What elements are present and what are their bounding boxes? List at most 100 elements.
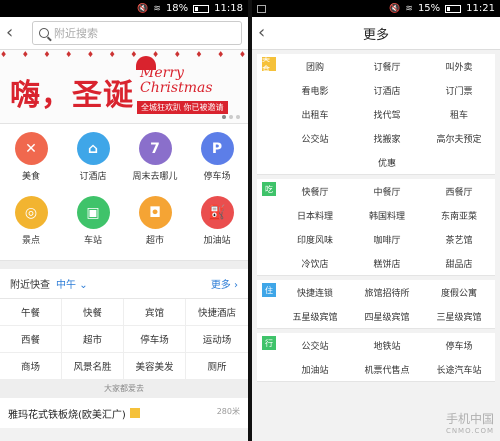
category-label: 景点 (21, 236, 40, 246)
more-item[interactable]: 地铁站 (351, 333, 423, 357)
section-tag: 住 (262, 283, 276, 297)
more-item[interactable]: 快餐厅 (279, 179, 351, 203)
banner-greeting: Merry Christmas (140, 66, 213, 96)
more-item[interactable]: 订餐厅 (351, 54, 423, 78)
more-item[interactable]: 茶艺馆 (423, 227, 495, 251)
more-item[interactable]: 找代驾 (351, 102, 423, 126)
more-item[interactable]: 停车场 (423, 333, 495, 357)
restaurant-list-item[interactable]: 雅玛花式铁板烧(欧美汇广) 280米 (0, 398, 248, 428)
category-parking[interactable]: P 停车场 (186, 132, 248, 196)
fork-knife-icon: ✕ (14, 132, 48, 165)
search-input[interactable]: 附近搜索 (32, 21, 242, 45)
more-item[interactable]: 五星级宾馆 (279, 304, 351, 328)
more-item[interactable]: 东南亚菜 (423, 203, 495, 227)
nearby-item[interactable]: 商场 (0, 353, 62, 379)
section-grid: 快餐厅 中餐厅 西餐厅日本料理 韩国料理 东南亚菜印度风味 咖啡厅 茶艺馆冷饮店 糕饼店 甜品店 (257, 179, 495, 275)
more-item[interactable]: 高尔夫预定 (423, 126, 495, 150)
banner-headline: 嗨，圣诞 (10, 78, 134, 113)
more-item[interactable]: 韩国料理 (351, 203, 423, 227)
nearby-item[interactable]: 午餐 (0, 299, 62, 325)
banner-slogan: 全城狂欢趴 你已被邀请 (137, 101, 228, 114)
category-label: 美食 (21, 172, 40, 182)
time-selector[interactable]: 中午 ⌄ (56, 276, 88, 291)
more-item[interactable]: 团购 (279, 54, 351, 78)
nearby-row: 午餐 快餐 宾馆 快捷酒店 (0, 299, 248, 326)
clock: 11:18 (214, 3, 243, 14)
category-calendar[interactable]: 7 周末去哪儿 (124, 132, 186, 196)
more-item[interactable]: 糕饼店 (351, 251, 423, 275)
more-item[interactable]: 公交站 (279, 333, 351, 357)
category-shopping-bag[interactable]: ◘ 超市 (124, 196, 186, 260)
more-item[interactable]: 订门票 (423, 78, 495, 102)
battery-percent: 15% (417, 3, 441, 14)
more-item[interactable]: 长途汽车站 (423, 357, 495, 381)
back-icon[interactable]: ‹ (258, 24, 276, 42)
more-item[interactable]: 出租车 (279, 102, 351, 126)
category-bus[interactable]: ▣ 车站 (62, 196, 124, 260)
nearby-item[interactable]: 超市 (62, 326, 124, 352)
nearby-header: 附近快查 中午 ⌄ 更多 › (0, 269, 248, 299)
more-item[interactable]: 印度风味 (279, 227, 351, 251)
banner-christmas: Christmas (140, 80, 213, 96)
parking-icon: P (200, 132, 234, 165)
more-item[interactable]: 三星级宾馆 (423, 304, 495, 328)
more-item[interactable]: 快捷连锁 (279, 280, 351, 304)
more-item[interactable]: 中餐厅 (351, 179, 423, 203)
more-sections: 美食 团购 订餐厅 叫外卖 看电影 订酒店 订门票 出租车 找代驾 租车 公交站 找搬家 高尔夫预定 优惠… (252, 50, 500, 424)
time-selector-label: 中午 (56, 280, 76, 291)
more-item[interactable]: 冷饮店 (279, 251, 351, 275)
nearby-item[interactable]: 快捷酒店 (186, 299, 248, 325)
section-grid: 团购 订餐厅 叫外卖看电影 订酒店 订门票出租车 找代驾 租车公交站 找搬家 高尔夫预定 优惠 (257, 54, 495, 174)
nearby-item[interactable]: 西餐 (0, 326, 62, 352)
search-icon (39, 28, 49, 38)
more-item[interactable]: 旅馆招待所 (351, 280, 423, 304)
nearby-item[interactable]: 停车场 (124, 326, 186, 352)
more-item[interactable]: 四星级宾馆 (351, 304, 423, 328)
category-fuel-pump[interactable]: ⛽ 加油站 (186, 196, 248, 260)
fuel-pump-icon: ⛽ (200, 196, 234, 229)
nearby-item[interactable]: 快餐 (62, 299, 124, 325)
search-bar: ‹ 附近搜索 (0, 17, 248, 50)
nearby-grid: 午餐 快餐 宾馆 快捷酒店 西餐 超市 停车场 运动场 商场 风景名胜 美容美发 厕所 (0, 299, 248, 380)
nearby-item[interactable]: 美容美发 (124, 353, 186, 379)
category-balloon[interactable]: ◎ 景点 (0, 196, 62, 260)
nearby-item[interactable]: 运动场 (186, 326, 248, 352)
shopping-bag-icon: ◘ (138, 196, 172, 229)
category-label: 停车场 (203, 172, 231, 182)
search-placeholder: 附近搜索 (54, 27, 98, 40)
more-item[interactable]: 机票代售点 (351, 357, 423, 381)
nearby-item[interactable]: 宾馆 (124, 299, 186, 325)
more-item[interactable]: 咖啡厅 (351, 227, 423, 251)
back-icon[interactable]: ‹ (6, 24, 24, 42)
more-item[interactable]: 甜品店 (423, 251, 495, 275)
more-item[interactable]: 找搬家 (351, 126, 423, 150)
christmas-banner[interactable]: ♦ ♦ ♦ ♦ ♦ ♦ ♦ ♦ ♦ ♦ ♦ ♦ ♦ ♦ 嗨，圣诞 Merry C… (0, 50, 248, 124)
more-section: 行公交站 地铁站 停车场 加油站 机票代售点 长途汽车站 (257, 333, 495, 382)
category-grid: ✕ 美食 ⌂ 订酒店 7 周末去哪儿 P 停车场 ◎ 景点 ▣ 车站 ◘ 超市 ⛽ 加油站 (0, 124, 248, 261)
category-fork-knife[interactable]: ✕ 美食 (0, 132, 62, 196)
page-title: 更多 (362, 27, 389, 43)
category-bed[interactable]: ⌂ 订酒店 (62, 132, 124, 196)
more-item[interactable]: 度假公寓 (423, 280, 495, 304)
nearby-item[interactable]: 风景名胜 (62, 353, 124, 379)
bed-icon: ⌂ (76, 132, 110, 165)
more-item[interactable]: 日本料理 (279, 203, 351, 227)
battery-icon (193, 4, 210, 13)
more-item[interactable]: 优惠 (279, 150, 495, 174)
more-item[interactable]: 看电影 (279, 78, 351, 102)
chevron-right-icon: › (234, 280, 238, 291)
more-item[interactable]: 西餐厅 (423, 179, 495, 203)
banner-merry: Merry (140, 65, 184, 81)
clock: 11:21 (466, 3, 495, 14)
section-grid: 公交站 地铁站 停车场加油站 机票代售点 长途汽车站 (257, 333, 495, 381)
nearby-item[interactable]: 厕所 (186, 353, 248, 379)
more-item[interactable]: 公交站 (279, 126, 351, 150)
more-item[interactable]: 订酒店 (351, 78, 423, 102)
more-item[interactable]: 租车 (423, 102, 495, 126)
more-link[interactable]: 更多 › (211, 276, 238, 291)
carousel-dot (229, 115, 233, 119)
category-label: 超市 (145, 236, 164, 246)
more-item[interactable]: 叫外卖 (423, 54, 495, 78)
restaurant-distance: 280米 (216, 407, 240, 416)
more-item[interactable]: 加油站 (279, 357, 351, 381)
